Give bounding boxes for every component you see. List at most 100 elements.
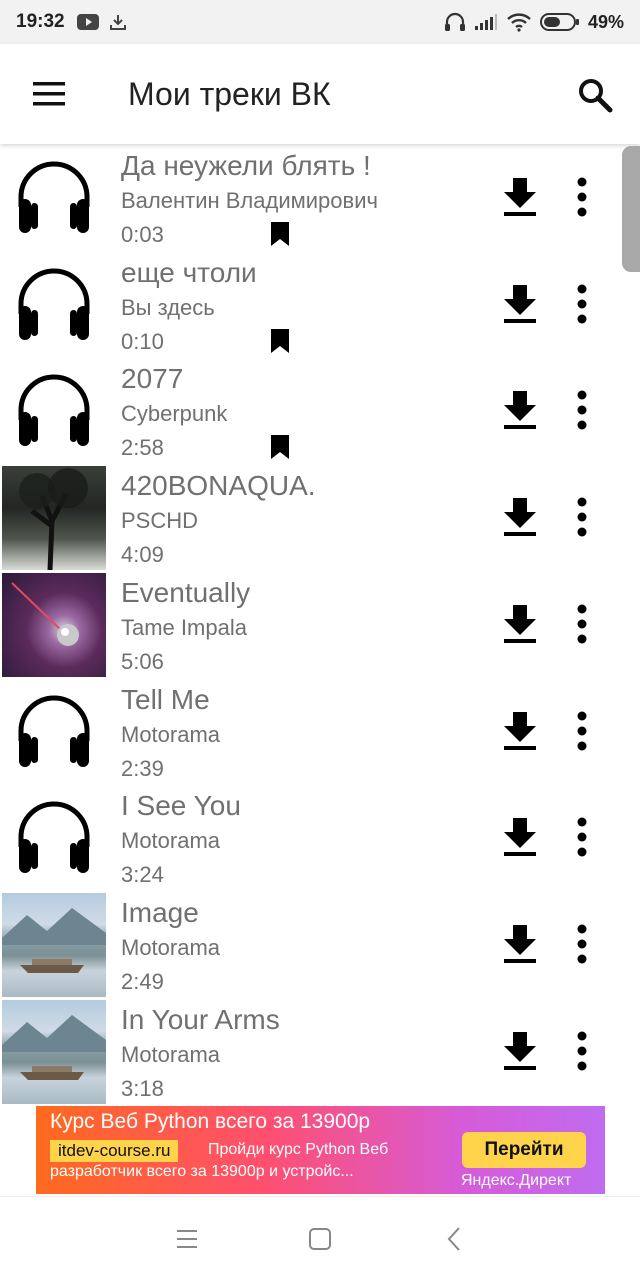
more-options-button[interactable] (570, 710, 594, 752)
download-icon (504, 178, 536, 216)
more-options-button[interactable] (570, 176, 594, 218)
track-title: 2077 (121, 363, 184, 395)
track-title: I See You (121, 790, 241, 822)
track-title: Eventually (121, 576, 251, 608)
scrollbar-thumb[interactable] (622, 146, 640, 272)
track-cover (2, 999, 106, 1104)
more-vert-icon (577, 1031, 587, 1071)
download-button[interactable] (500, 176, 540, 218)
album-art-lake-icon (2, 907, 106, 973)
track-cover (2, 359, 106, 463)
track-row[interactable]: Image Motorama 2:49 (0, 891, 620, 998)
track-row[interactable]: 420BONAQUA. PSCHD 4:09 (0, 464, 620, 571)
ad-description-line1: Пройди курс Python Веб (208, 1141, 389, 1158)
bookmark-icon (271, 222, 289, 246)
recent-apps-icon (177, 1230, 197, 1248)
track-artist: Motorama (121, 934, 221, 960)
more-vert-icon (577, 390, 587, 430)
bookmark-icon (271, 435, 289, 460)
ad-source-label: Яндекс.Директ (461, 1172, 572, 1189)
home-icon (309, 1228, 331, 1250)
more-options-button[interactable] (570, 496, 594, 538)
app-bar: Мои треки ВК (0, 44, 640, 144)
track-row[interactable]: 2077 Cyberpunk 2:58 (0, 357, 620, 464)
headphones-icon (18, 268, 90, 340)
track-duration: 3:18 (121, 1075, 164, 1101)
download-button[interactable] (500, 283, 540, 325)
search-icon (579, 79, 613, 113)
track-row[interactable]: Eventually Tame Impala 5:06 (0, 571, 620, 678)
track-duration: 0:10 (121, 328, 164, 354)
track-title: In Your Arms (121, 1003, 280, 1035)
track-title: еще чтоли (121, 256, 257, 288)
hamburger-menu-icon (33, 82, 65, 106)
menu-button[interactable] (30, 78, 70, 110)
download-button[interactable] (500, 389, 540, 431)
download-icon (504, 498, 536, 537)
signal-icon (474, 14, 497, 30)
ad-banner[interactable]: Курс Веб Python всего за 13900р itdev-co… (36, 1106, 605, 1194)
search-button[interactable] (574, 74, 618, 118)
more-options-button[interactable] (570, 923, 594, 965)
back-icon (447, 1227, 460, 1251)
more-vert-icon (577, 604, 587, 644)
system-nav-bar (0, 1196, 640, 1280)
track-cover (2, 466, 106, 571)
more-options-button[interactable] (570, 1030, 594, 1072)
track-title: Image (121, 896, 199, 928)
album-art-lake-icon (2, 1014, 106, 1080)
track-artist: Motorama (121, 721, 221, 747)
track-artist: Tame Impala (121, 614, 247, 640)
page-title: Мои треки ВК (128, 76, 331, 112)
track-duration: 2:49 (121, 968, 164, 994)
more-options-button[interactable] (570, 283, 594, 325)
ad-title: Курс Веб Python всего за 13900р (50, 1110, 371, 1133)
download-button[interactable] (500, 816, 540, 858)
more-vert-icon (577, 711, 587, 750)
bookmark-indicator (268, 327, 292, 355)
download-icon (504, 818, 536, 857)
track-artist: Вы здесь (121, 294, 215, 320)
track-list[interactable]: Да неужели блять ! Валентин Владимирович 0… (0, 144, 640, 1104)
track-artist: Валентин Владимирович (121, 188, 378, 213)
battery-percent: 49% (587, 11, 624, 32)
download-button[interactable] (500, 710, 540, 752)
download-button[interactable] (500, 496, 540, 538)
ad-cta-button[interactable]: Перейти (462, 1132, 586, 1168)
track-title: Tell Me (121, 683, 210, 715)
track-cover (2, 892, 106, 997)
track-duration: 0:03 (121, 222, 164, 247)
track-row[interactable]: I See You Motorama 3:24 (0, 784, 620, 891)
headphones-icon (444, 12, 465, 31)
home-button[interactable] (305, 1225, 335, 1253)
download-button[interactable] (500, 1030, 540, 1072)
battery-icon (539, 13, 579, 31)
more-vert-icon (577, 924, 587, 964)
track-row[interactable]: Да неужели блять ! Валентин Владимирович 0… (0, 144, 620, 251)
headphones-icon (18, 695, 90, 767)
wifi-icon (507, 13, 531, 32)
download-button[interactable] (500, 923, 540, 965)
more-options-button[interactable] (570, 816, 594, 858)
track-title: Да неужели блять ! (121, 150, 371, 181)
download-notification-icon (109, 15, 126, 30)
track-row[interactable]: In Your Arms Motorama 3:18 (0, 998, 620, 1104)
status-time: 19:32 (16, 11, 65, 32)
more-options-button[interactable] (570, 603, 594, 645)
download-button[interactable] (500, 603, 540, 645)
headphones-icon (18, 374, 90, 447)
more-vert-icon (577, 284, 587, 324)
track-row[interactable]: еще чтоли Вы здесь 0:10 (0, 251, 620, 358)
track-artist: Motorama (121, 828, 221, 854)
download-icon (504, 284, 536, 323)
bookmark-icon (271, 328, 289, 353)
download-icon (504, 711, 536, 750)
back-button[interactable] (440, 1225, 470, 1253)
track-row[interactable]: Tell Me Motorama 2:39 (0, 678, 620, 785)
more-options-button[interactable] (570, 389, 594, 431)
track-cover (2, 253, 106, 357)
track-title: 420BONAQUA. (121, 470, 316, 502)
recent-apps-button[interactable] (172, 1225, 202, 1253)
app-screen: 19:32 49% Мои треки ВК Да неужели блять … (0, 0, 640, 1280)
headphones-icon (18, 801, 90, 874)
